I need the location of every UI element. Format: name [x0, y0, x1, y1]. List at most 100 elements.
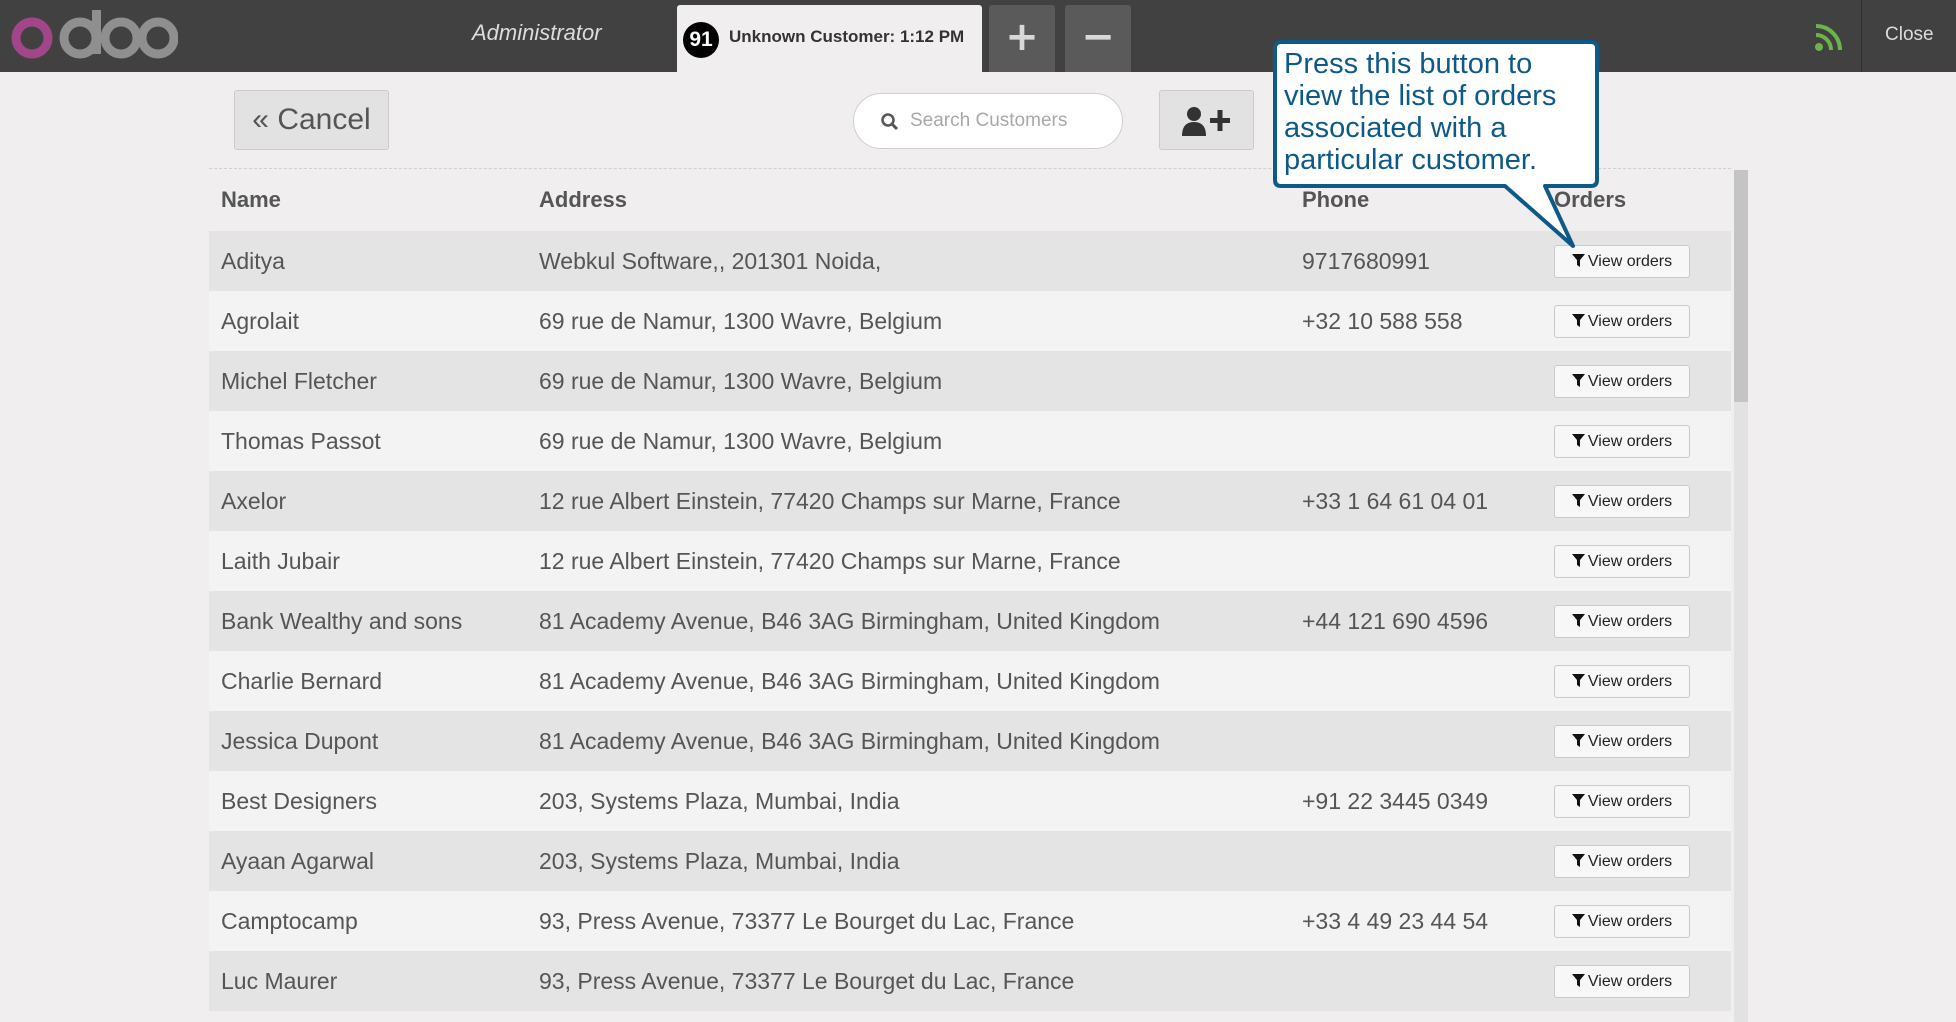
orders-cell: View orders: [1542, 291, 1731, 351]
table-row[interactable]: Thomas Passot 69 rue de Namur, 1300 Wavre…: [209, 411, 1731, 471]
view-orders-label: View orders: [1587, 672, 1673, 690]
view-orders-label: View orders: [1587, 552, 1673, 570]
view-orders-button[interactable]: View orders: [1554, 364, 1690, 398]
customer-address: 69 rue de Namur, 1300 Wavre, Belgium: [527, 291, 1290, 351]
customer-phone: [1290, 711, 1542, 771]
customer-list: Name Address Phone Orders Aditya Webkul S…: [209, 168, 1731, 1022]
search-customers-input[interactable]: [910, 106, 1110, 136]
view-orders-button[interactable]: View orders: [1554, 304, 1690, 338]
orders-cell: View orders: [1542, 351, 1731, 411]
table-row[interactable]: Charlie Bernard 81 Academy Avenue, B46 3A…: [209, 651, 1731, 711]
view-orders-button[interactable]: View orders: [1554, 664, 1690, 698]
customer-name: Thomas Passot: [209, 411, 527, 471]
customer-name: Best Designers: [209, 771, 527, 831]
view-orders-button[interactable]: View orders: [1554, 904, 1690, 938]
customer-name: Ayaan Agarwal: [209, 831, 527, 891]
customer-address: 93, Press Avenue, 73377 Le Bourget du La…: [527, 951, 1290, 1011]
filter-icon: [1571, 493, 1585, 507]
table-row[interactable]: Ayaan Agarwal 203, Systems Plaza, Mumbai,…: [209, 831, 1731, 891]
table-row[interactable]: Agrolait 69 rue de Namur, 1300 Wavre, Bel…: [209, 291, 1731, 351]
table-row[interactable]: Bank Wealthy and sons 81 Academy Avenue, …: [209, 591, 1731, 651]
filter-icon: [1571, 433, 1585, 447]
orders-cell: View orders: [1542, 891, 1731, 951]
order-number-badge: 91: [683, 22, 719, 58]
table-row[interactable]: Camptocamp 93, Press Avenue, 73377 Le Bou…: [209, 891, 1731, 951]
orders-cell: View orders: [1542, 771, 1731, 831]
customer-address: 93, Press Avenue, 73377 Le Bourget du La…: [527, 891, 1290, 951]
add-customer-button[interactable]: [1159, 90, 1254, 150]
customer-phone: [1290, 651, 1542, 711]
view-orders-label: View orders: [1587, 492, 1673, 510]
filter-icon: [1571, 373, 1585, 387]
close-button[interactable]: Close: [1885, 24, 1934, 46]
view-orders-label: View orders: [1587, 372, 1673, 390]
filter-icon: [1571, 793, 1585, 807]
double-chevron-left-icon: «: [252, 103, 269, 136]
table-row[interactable]: Laith Jubair 12 rue Albert Einstein, 7742…: [209, 531, 1731, 591]
view-orders-button[interactable]: View orders: [1554, 484, 1690, 518]
table-row[interactable]: Best Designers 203, Systems Plaza, Mumbai…: [209, 771, 1731, 831]
table-scrollbar[interactable]: [1734, 170, 1748, 1022]
view-orders-button[interactable]: View orders: [1554, 424, 1690, 458]
filter-icon: [1571, 853, 1585, 867]
customer-address: 81 Academy Avenue, B46 3AG Birmingham, U…: [527, 711, 1290, 771]
customer-phone: [1290, 531, 1542, 591]
customer-phone: +33 4 49 23 44 54: [1290, 891, 1542, 951]
orders-cell: View orders: [1542, 951, 1731, 1011]
order-label: Unknown Customer: 1:12 PM: [729, 27, 965, 46]
customer-name: Agrolait: [209, 291, 527, 351]
filter-icon: [1571, 613, 1585, 627]
customer-table: Name Address Phone Orders Aditya Webkul S…: [209, 169, 1731, 1011]
user-name: Administrator: [472, 20, 602, 45]
customer-phone: [1290, 351, 1542, 411]
view-orders-label: View orders: [1587, 252, 1673, 270]
orders-cell: View orders: [1542, 531, 1731, 591]
cancel-button[interactable]: « Cancel: [234, 90, 389, 150]
customer-phone: +91 22 3445 0349: [1290, 771, 1542, 831]
header-address: Address: [527, 169, 1290, 231]
orders-cell: View orders: [1542, 411, 1731, 471]
scrollbar-thumb[interactable]: [1734, 170, 1748, 402]
orders-cell: View orders: [1542, 591, 1731, 651]
table-row[interactable]: Axelor 12 rue Albert Einstein, 77420 Cham…: [209, 471, 1731, 531]
customer-address: 12 rue Albert Einstein, 77420 Champs sur…: [527, 471, 1290, 531]
customer-phone: [1290, 951, 1542, 1011]
customer-name: Charlie Bernard: [209, 651, 527, 711]
view-orders-button[interactable]: View orders: [1554, 724, 1690, 758]
customer-name: Jessica Dupont: [209, 711, 527, 771]
customer-address: 203, Systems Plaza, Mumbai, India: [527, 771, 1290, 831]
customer-phone: +44 121 690 4596: [1290, 591, 1542, 651]
customer-address: 81 Academy Avenue, B46 3AG Birmingham, U…: [527, 591, 1290, 651]
order-tab-current[interactable]: 91 Unknown Customer: 1:12 PM: [677, 5, 982, 72]
view-orders-button[interactable]: View orders: [1554, 964, 1690, 998]
customer-name: Michel Fletcher: [209, 351, 527, 411]
customer-phone: [1290, 411, 1542, 471]
filter-icon: [1571, 913, 1585, 927]
customer-phone: +32 10 588 558: [1290, 291, 1542, 351]
view-orders-button[interactable]: View orders: [1554, 604, 1690, 638]
view-orders-label: View orders: [1587, 792, 1673, 810]
odoo-logo: [11, 10, 178, 59]
customer-phone: [1290, 831, 1542, 891]
view-orders-label: View orders: [1587, 312, 1673, 330]
search-box[interactable]: [853, 93, 1123, 149]
remove-order-button[interactable]: −: [1065, 5, 1131, 72]
close-separator: [1861, 0, 1862, 72]
view-orders-button[interactable]: View orders: [1554, 544, 1690, 578]
customer-address: 81 Academy Avenue, B46 3AG Birmingham, U…: [527, 651, 1290, 711]
help-callout-text: Press this button to view the list of or…: [1284, 48, 1557, 176]
table-row[interactable]: Luc Maurer 93, Press Avenue, 73377 Le Bou…: [209, 951, 1731, 1011]
rss-connection-icon: [1815, 24, 1842, 51]
top-bar: Administrator 91 Unknown Customer: 1:12 …: [0, 0, 1956, 72]
view-orders-button[interactable]: View orders: [1554, 844, 1690, 878]
table-row[interactable]: Michel Fletcher 69 rue de Namur, 1300 Wav…: [209, 351, 1731, 411]
customer-address: Webkul Software,, 201301 Noida,: [527, 231, 1290, 291]
table-row[interactable]: Jessica Dupont 81 Academy Avenue, B46 3AG…: [209, 711, 1731, 771]
add-order-button[interactable]: +: [989, 5, 1055, 72]
view-orders-button[interactable]: View orders: [1554, 784, 1690, 818]
customer-address: 203, Systems Plaza, Mumbai, India: [527, 831, 1290, 891]
filter-icon: [1571, 673, 1585, 687]
customer-name: Laith Jubair: [209, 531, 527, 591]
orders-cell: View orders: [1542, 471, 1731, 531]
filter-icon: [1571, 973, 1585, 987]
